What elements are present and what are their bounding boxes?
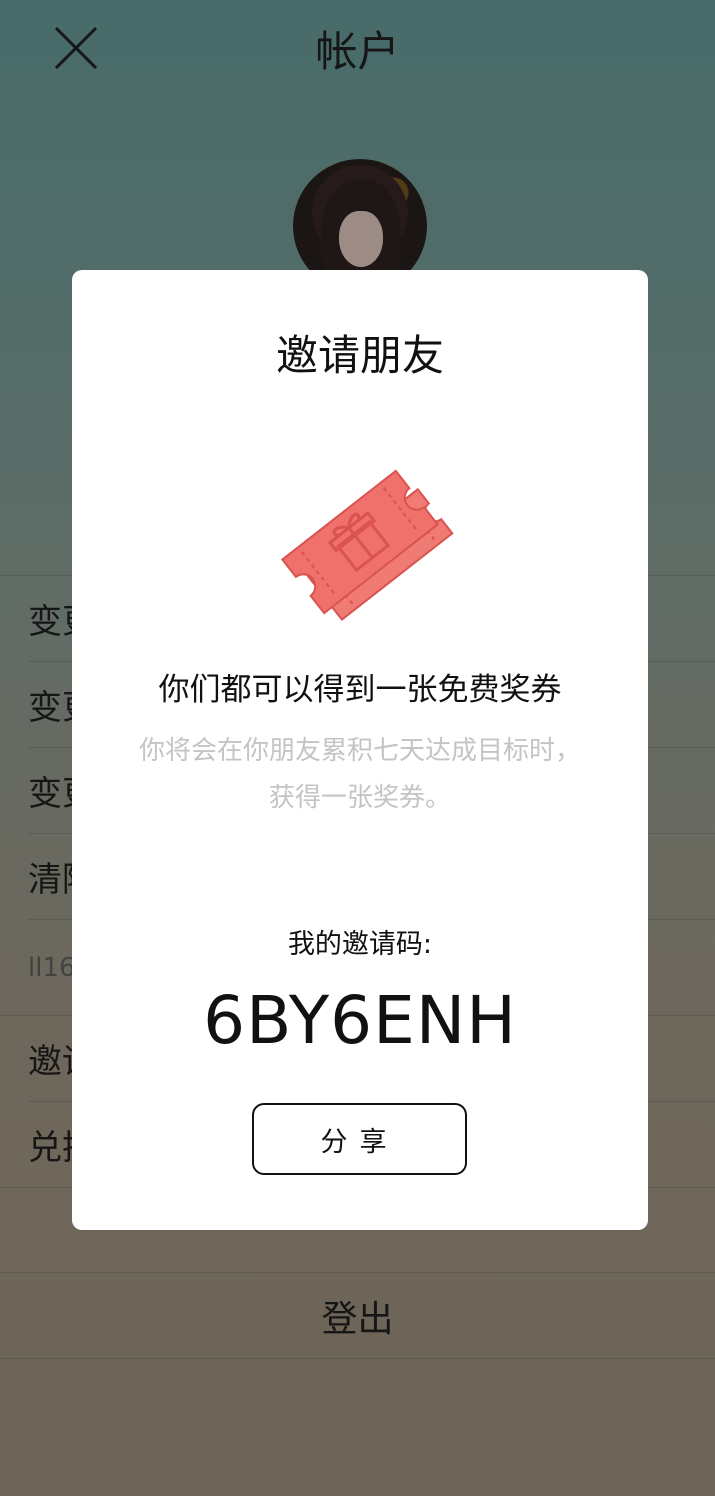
dialog-title: 邀请朋友 <box>275 331 444 380</box>
invite-code: 6BY6ENH <box>203 982 517 1059</box>
invite-code-label: 我的邀请码: <box>287 929 433 960</box>
reward-description: 你将会在你朋友累积七天达成目标时， 获得一张奖券。 <box>138 736 581 813</box>
invite-friends-dialog: 邀请朋友 你们都可以得到一张免费奖券 你将会在你朋友累积七天达成目标时， 获得一… <box>72 270 648 1230</box>
gift-ticket-icon <box>280 469 454 621</box>
reward-headline: 你们都可以得到一张免费奖券 <box>158 672 562 708</box>
share-button[interactable]: 分享 <box>252 1103 467 1175</box>
